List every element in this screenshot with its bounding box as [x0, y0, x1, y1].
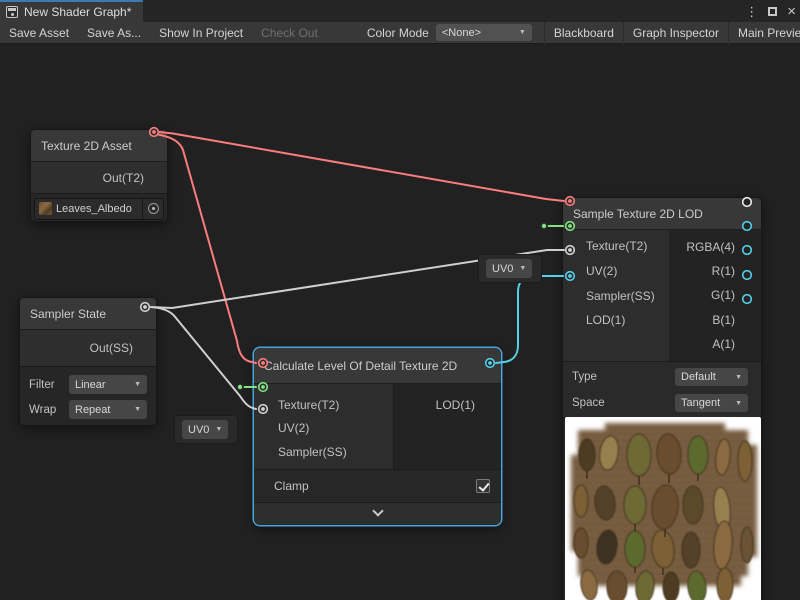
- wrap-row: Wrap Repeat ▼: [20, 397, 156, 422]
- document-tab[interactable]: New Shader Graph*: [0, 0, 143, 22]
- chevron-down-icon: ▼: [735, 400, 742, 407]
- texture-thumbnail: [39, 202, 52, 215]
- port-label-lod-out: LOD(1): [394, 393, 501, 417]
- chevron-down-icon: ▼: [735, 374, 742, 381]
- clamp-label: Clamp: [274, 479, 309, 493]
- chevron-down-icon: ▼: [215, 426, 222, 433]
- uv-channel-widget-sample: UV0 ▼: [478, 254, 542, 283]
- port-label-texture: Texture(T2): [254, 393, 393, 417]
- object-picker-icon: [148, 203, 159, 214]
- wrap-label: Wrap: [29, 404, 56, 416]
- chevron-down-icon: ▼: [519, 265, 526, 272]
- chevron-down-icon: ▼: [519, 29, 526, 36]
- main-preview-toggle-button[interactable]: Main Preview: [729, 22, 800, 44]
- filter-dropdown[interactable]: Linear ▼: [69, 375, 147, 394]
- type-label: Type: [572, 371, 597, 383]
- input-ports-panel: Texture(T2) UV(2) Sampler(SS) LOD(1): [563, 230, 669, 361]
- port-label-uv: UV(2): [254, 417, 393, 441]
- node-preview-area: [563, 417, 761, 600]
- maximize-icon[interactable]: [768, 7, 777, 16]
- port-label-g: G(1): [669, 283, 761, 307]
- chevron-down-icon: ▼: [134, 381, 141, 388]
- window-menu-icon[interactable]: ⋮: [745, 5, 758, 18]
- color-mode-group: Color Mode <None> ▼: [361, 22, 532, 44]
- input-ports-panel: Texture(T2) UV(2) Sampler(SS): [254, 384, 393, 469]
- node-expander[interactable]: [254, 502, 501, 524]
- port-label-r: R(1): [669, 259, 761, 283]
- object-picker-button[interactable]: [142, 198, 163, 220]
- port-label-texture: Texture(T2): [563, 234, 669, 259]
- port-label-sampler: Sampler(SS): [254, 440, 393, 464]
- sampler-controls: Filter Linear ▼ Wrap Repeat ▼: [20, 366, 156, 426]
- title-bar: New Shader Graph* ⋮ ×: [0, 0, 800, 22]
- port-label-a: A(1): [669, 332, 761, 356]
- blackboard-toggle-button[interactable]: Blackboard: [545, 22, 623, 44]
- close-icon[interactable]: ×: [787, 4, 796, 19]
- uv-channel-dropdown[interactable]: UV0 ▼: [486, 259, 532, 278]
- texture-field-row: Leaves_Albedo: [31, 193, 167, 222]
- shader-graph-icon: [6, 6, 18, 18]
- port-label-uv: UV(2): [563, 259, 669, 284]
- chevron-down-icon: [372, 505, 383, 516]
- texture-object-field[interactable]: Leaves_Albedo: [34, 198, 164, 220]
- check-out-button: Check Out: [252, 22, 327, 44]
- chevron-down-icon: ▼: [134, 406, 141, 413]
- toolbar: Save Asset Save As... Show In Project Ch…: [0, 22, 800, 44]
- node-texture-2d-asset[interactable]: Texture 2D Asset Out(T2) Leaves_Albedo: [30, 129, 168, 222]
- clamp-row: Clamp: [254, 469, 501, 502]
- node-title[interactable]: Sampler State: [20, 298, 156, 330]
- port-label-sampler: Sampler(SS): [563, 283, 669, 308]
- space-dropdown[interactable]: Tangent ▼: [675, 394, 748, 412]
- window-controls: ⋮ ×: [745, 0, 796, 22]
- calc-ports: Texture(T2) UV(2) Sampler(SS) LOD(1): [254, 384, 501, 469]
- node-sampler-state[interactable]: Sampler State Out(SS) Filter Linear ▼ Wr…: [19, 297, 157, 426]
- port-label-out-t2: Out(T2): [31, 162, 167, 193]
- graph-inspector-toggle-button[interactable]: Graph Inspector: [624, 22, 728, 44]
- sample-ports: Texture(T2) UV(2) Sampler(SS) LOD(1) RGB…: [563, 230, 761, 361]
- show-in-project-button[interactable]: Show In Project: [150, 22, 252, 44]
- output-ports-panel: LOD(1): [393, 384, 501, 469]
- node-sample-texture-2d-lod[interactable]: Sample Texture 2D LOD Texture(T2) UV(2) …: [562, 197, 762, 600]
- wrap-dropdown[interactable]: Repeat ▼: [69, 400, 147, 419]
- clamp-checkbox[interactable]: [476, 479, 490, 493]
- filter-label: Filter: [29, 379, 55, 391]
- uv-channel-dropdown[interactable]: UV0 ▼: [182, 420, 228, 439]
- texture-preview-image: [565, 417, 761, 600]
- uv-channel-widget-calc: UV0 ▼: [174, 415, 238, 444]
- node-title[interactable]: Texture 2D Asset: [31, 130, 167, 162]
- sample-controls: Type Default ▼ Space Tangent ▼: [563, 361, 761, 417]
- save-asset-button[interactable]: Save Asset: [0, 22, 78, 44]
- toolbar-right-group: Blackboard Graph Inspector Main Preview: [544, 22, 800, 44]
- node-calculate-lod-texture-2d[interactable]: Calculate Level Of Detail Texture 2D Tex…: [253, 347, 502, 526]
- port-label-rgba: RGBA(4): [669, 235, 761, 259]
- space-label: Space: [572, 397, 605, 409]
- type-row: Type Default ▼: [563, 364, 761, 390]
- tab-title: New Shader Graph*: [24, 5, 131, 19]
- shader-graph-window: New Shader Graph* ⋮ × Save Asset Save As…: [0, 0, 800, 600]
- output-ports-panel: RGBA(4) R(1) G(1) B(1) A(1): [669, 230, 761, 361]
- color-mode-dropdown[interactable]: <None> ▼: [436, 24, 532, 41]
- save-as-button[interactable]: Save As...: [78, 22, 150, 44]
- graph-canvas[interactable]: Texture 2D Asset Out(T2) Leaves_Albedo S…: [0, 44, 800, 600]
- color-mode-label: Color Mode: [361, 22, 429, 44]
- node-title[interactable]: Sample Texture 2D LOD: [563, 198, 761, 230]
- port-label-lod: LOD(1): [563, 308, 669, 333]
- texture-asset-name: Leaves_Albedo: [56, 203, 142, 215]
- filter-row: Filter Linear ▼: [20, 372, 156, 397]
- node-title[interactable]: Calculate Level Of Detail Texture 2D: [254, 348, 501, 384]
- port-label-b: B(1): [669, 308, 761, 332]
- space-row: Space Tangent ▼: [563, 390, 761, 416]
- port-label-out-ss: Out(SS): [20, 330, 156, 366]
- type-dropdown[interactable]: Default ▼: [675, 368, 748, 386]
